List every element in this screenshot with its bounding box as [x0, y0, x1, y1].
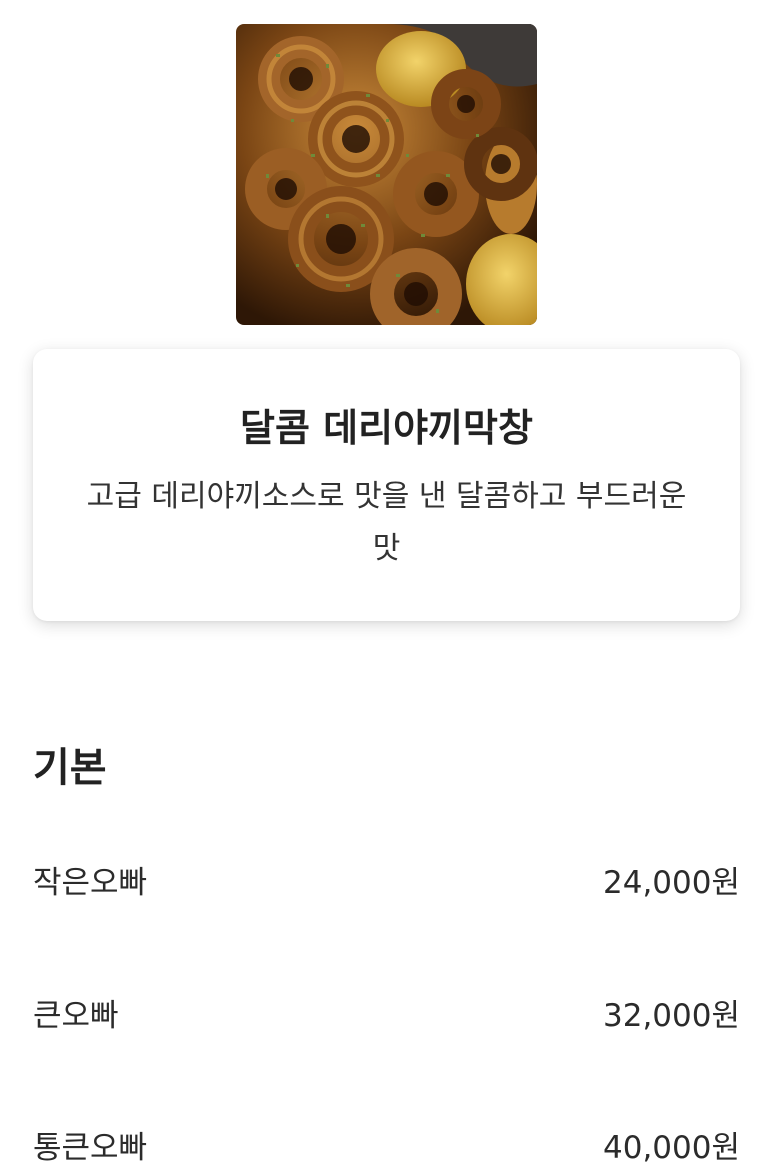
option-row-large[interactable]: 큰오빠 32,000원 — [33, 987, 740, 1037]
menu-item-title: 달콤 데리야끼막창 — [240, 406, 533, 450]
option-name: 통큰오빠 — [33, 1129, 148, 1166]
food-photo — [236, 24, 537, 325]
option-price: 32,000원 — [603, 997, 740, 1034]
option-row-small[interactable]: 작은오빠 24,000원 — [33, 854, 740, 904]
option-name: 큰오빠 — [33, 997, 119, 1034]
option-section-heading: 기본 — [33, 745, 107, 791]
option-price: 24,000원 — [603, 864, 740, 901]
option-name: 작은오빠 — [33, 864, 148, 901]
option-row-extra-large[interactable]: 통큰오빠 40,000원 — [33, 1119, 740, 1169]
menu-item-description: 고급 데리야끼소스로 맛을 낸 달콤하고 부드러운 맛 — [86, 479, 687, 566]
menu-info-card: 달콤 데리야끼막창 고급 데리야끼소스로 맛을 낸 달콤하고 부드러운 맛 — [33, 349, 740, 621]
option-price: 40,000원 — [603, 1129, 740, 1166]
